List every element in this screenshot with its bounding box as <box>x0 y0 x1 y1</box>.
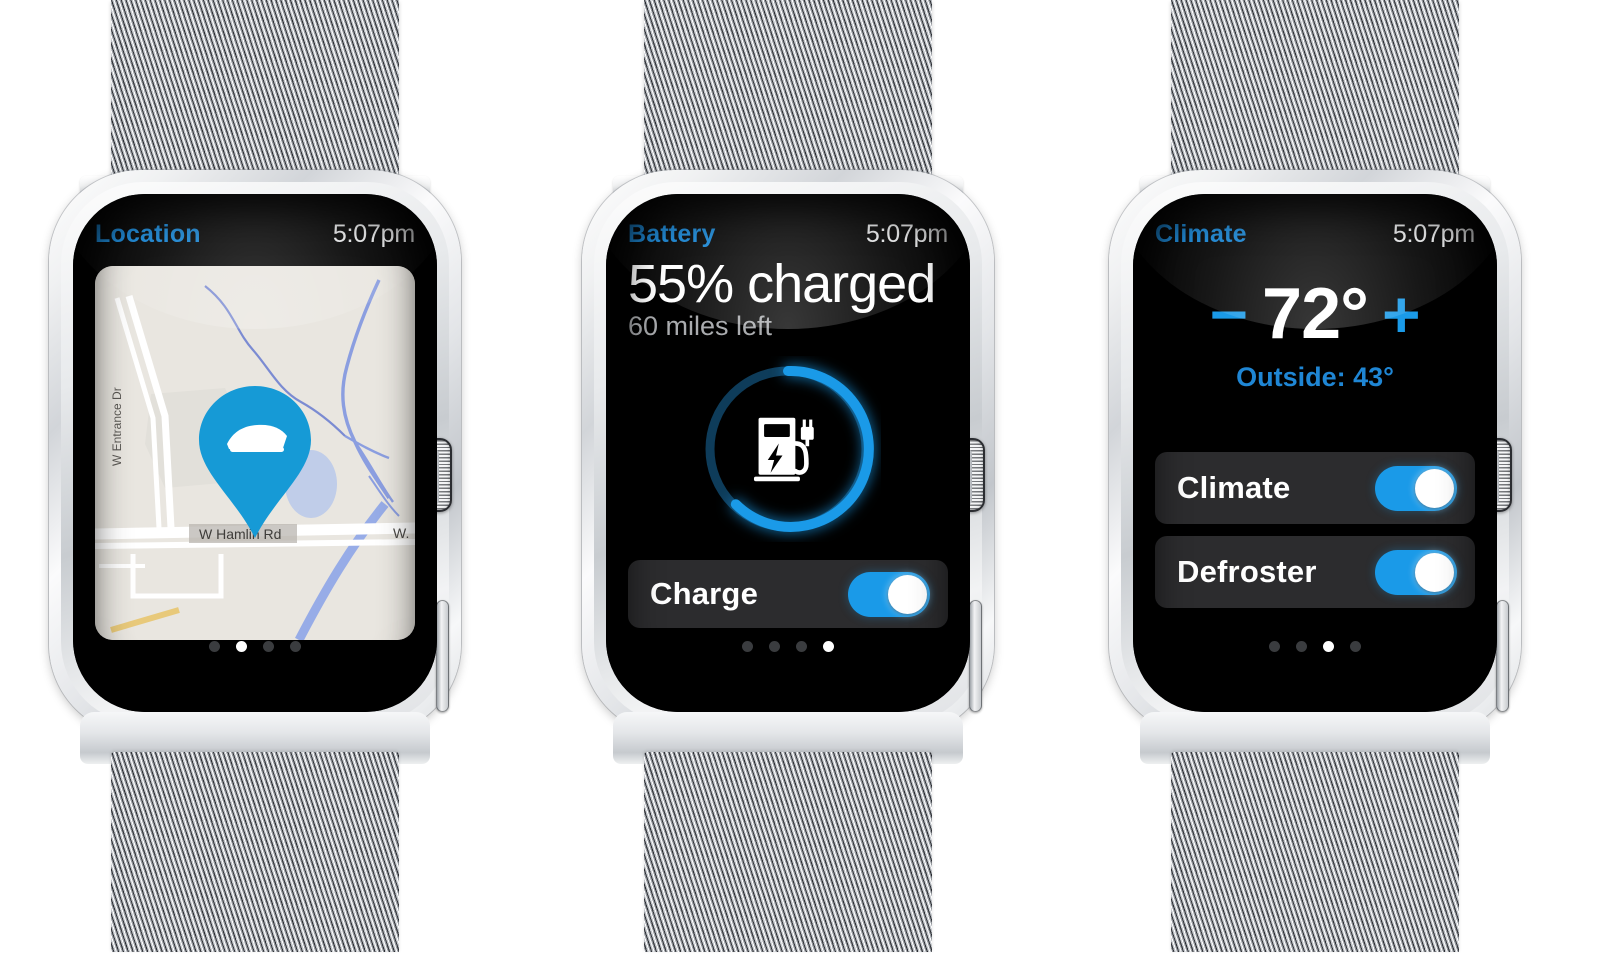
page-indicator <box>606 641 970 652</box>
page-dot-active[interactable] <box>236 641 247 652</box>
watch-location: Location 5:07pm W Hamlin Rd W. W Entranc… <box>20 0 490 954</box>
climate-toggle-label: Climate <box>1177 470 1291 505</box>
climate-toggle-switch[interactable] <box>1375 465 1457 511</box>
map-card[interactable]: W Hamlin Rd W. W Entrance Dr <box>95 266 415 640</box>
status-bar: Climate 5:07pm <box>1155 220 1475 254</box>
watch-battery: Battery 5:07pm 55% charged 60 miles left <box>553 0 1023 954</box>
page-dot[interactable] <box>796 641 807 652</box>
temperature-increment-button[interactable]: + <box>1378 281 1425 347</box>
charge-toggle-label: Charge <box>650 576 759 611</box>
status-bar: Battery 5:07pm <box>628 220 948 254</box>
charge-toggle-row[interactable]: Charge <box>628 560 948 628</box>
page-indicator <box>73 641 437 652</box>
page-dot[interactable] <box>1296 641 1307 652</box>
page-dot[interactable] <box>1350 641 1361 652</box>
app-title: Climate <box>1155 220 1247 248</box>
watch-display: Location 5:07pm W Hamlin Rd W. W Entranc… <box>73 194 437 712</box>
range-remaining-text: 60 miles left <box>628 311 773 342</box>
battery-screen: Battery 5:07pm 55% charged 60 miles left <box>606 194 970 712</box>
defroster-toggle-label: Defroster <box>1177 554 1317 589</box>
milanese-band-top <box>111 0 399 186</box>
milanese-band-top <box>644 0 932 186</box>
charge-ring <box>695 356 881 542</box>
watch-climate: Climate 5:07pm − 72° + Outside: 43° Clim… <box>1080 0 1550 954</box>
page-dot[interactable] <box>1269 641 1280 652</box>
climate-screen: Climate 5:07pm − 72° + Outside: 43° Clim… <box>1133 194 1497 712</box>
status-clock: 5:07pm <box>332 220 415 248</box>
page-dot-active[interactable] <box>823 641 834 652</box>
milanese-band-top <box>1171 0 1459 186</box>
page-dot[interactable] <box>742 641 753 652</box>
watch-case: Location 5:07pm W Hamlin Rd W. W Entranc… <box>49 170 461 736</box>
watch-case: Climate 5:07pm − 72° + Outside: 43° Clim… <box>1109 170 1521 736</box>
climate-toggle-row[interactable]: Climate <box>1155 452 1475 524</box>
charge-toggle-switch[interactable] <box>848 571 930 617</box>
watch-case: Battery 5:07pm 55% charged 60 miles left <box>582 170 994 736</box>
page-dot[interactable] <box>290 641 301 652</box>
location-screen: Location 5:07pm W Hamlin Rd W. W Entranc… <box>73 194 437 712</box>
milanese-band-bottom <box>111 752 399 952</box>
side-button[interactable] <box>969 600 982 712</box>
charge-percent-text: 55% charged <box>628 254 936 314</box>
defroster-toggle-row[interactable]: Defroster <box>1155 536 1475 608</box>
climate-toggle-list: Climate Defroster <box>1155 452 1475 608</box>
page-dot[interactable] <box>769 641 780 652</box>
page-dot[interactable] <box>263 641 274 652</box>
temperature-stepper: − 72° + <box>1155 278 1475 350</box>
milanese-band-bottom <box>1171 752 1459 952</box>
battery-headline-block: 55% charged 60 miles left <box>628 256 948 342</box>
map-label-entrance: W Entrance Dr <box>110 387 124 466</box>
page-dot-active[interactable] <box>1323 641 1334 652</box>
status-bar: Location 5:07pm <box>95 220 415 254</box>
charging-station-icon <box>753 417 814 482</box>
watch-display: Climate 5:07pm − 72° + Outside: 43° Clim… <box>1133 194 1497 712</box>
defroster-toggle-switch[interactable] <box>1375 549 1457 595</box>
outside-temperature: Outside: 43° <box>1236 362 1394 392</box>
page-dot[interactable] <box>209 641 220 652</box>
side-button[interactable] <box>1496 600 1509 712</box>
map-graphic: W Hamlin Rd W. W Entrance Dr <box>95 266 415 640</box>
side-button[interactable] <box>436 600 449 712</box>
map-label-w: W. <box>393 525 409 541</box>
milanese-band-bottom <box>644 752 932 952</box>
page-indicator <box>1133 641 1497 652</box>
map-label-hamlin: W Hamlin Rd <box>199 526 281 542</box>
status-clock: 5:07pm <box>1392 220 1475 248</box>
status-clock: 5:07pm <box>865 220 948 248</box>
app-title: Location <box>95 220 201 248</box>
temperature-value: 72° <box>1262 274 1369 354</box>
temperature-decrement-button[interactable]: − <box>1206 281 1253 347</box>
watch-display: Battery 5:07pm 55% charged 60 miles left <box>606 194 970 712</box>
app-title: Battery <box>628 220 716 248</box>
screenshot-stage: Location 5:07pm W Hamlin Rd W. W Entranc… <box>0 0 1600 954</box>
